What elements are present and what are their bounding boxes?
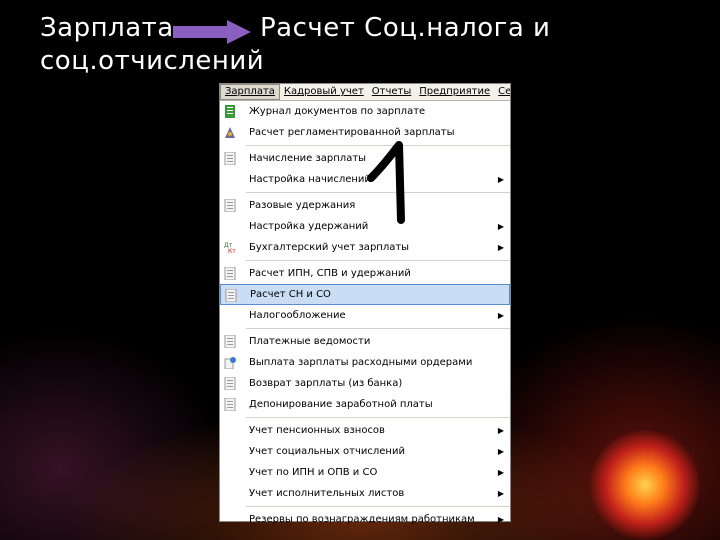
menu-item-cash-payout[interactable]: Выплата зарплаты расходными ордерами xyxy=(220,352,510,373)
menu-separator xyxy=(246,260,510,261)
menu-item-label: Журнал документов по зарплате xyxy=(249,106,426,117)
menubar-item-enterprise[interactable]: Предприятие xyxy=(415,84,494,100)
title-left: Зарплата xyxy=(40,13,174,43)
menu-item-pension-contributions[interactable]: Учет пенсионных взносов ▶ xyxy=(220,420,510,441)
menu-item-label: Бухгалтерский учет зарплаты xyxy=(249,242,410,253)
menu-item-label: Учет исполнительных листов xyxy=(249,488,405,499)
document-icon xyxy=(224,152,236,165)
menu-separator xyxy=(246,328,510,329)
dt-kt-icon: ДтКт xyxy=(224,242,236,254)
menu-item-label: Расчет СН и СО xyxy=(250,289,331,300)
menu-item-label: Настройка удержаний xyxy=(249,221,369,232)
calculation-icon xyxy=(225,127,235,138)
menu-item-label: Расчет регламентированной зарплаты xyxy=(249,127,455,138)
menu-separator xyxy=(246,506,510,507)
menu-item-salary-deposit[interactable]: Депонирование заработной платы xyxy=(220,394,510,415)
menu-item-label: Учет социальных отчислений xyxy=(249,446,405,457)
menu-item-ipn-calculation[interactable]: Расчет ИПН, СПВ и удержаний xyxy=(220,263,510,284)
menu-item-sn-so-calculation[interactable]: Расчет СН и СО xyxy=(220,284,510,305)
decorative-burst xyxy=(590,430,700,540)
menu-item-label: Начисление зарплаты xyxy=(249,153,367,164)
submenu-arrow-icon: ▶ xyxy=(497,447,504,456)
menu-item-label: Резервы по вознаграждениям работникам xyxy=(249,514,475,525)
menu-item-label: Платежные ведомости xyxy=(249,336,371,347)
document-icon xyxy=(224,335,236,348)
menu-item-payroll-statements[interactable]: Платежные ведомости xyxy=(220,331,510,352)
menu-item-label: Учет по ИПН и ОПВ и СО xyxy=(249,467,378,478)
menu-item-salary-accounting[interactable]: Дт Кт Бухгалтерский учет зарплаты ▶ xyxy=(220,237,510,258)
arrow-right-icon xyxy=(173,20,251,44)
menubar-item-reports[interactable]: Отчеты xyxy=(368,84,415,100)
submenu-arrow-icon: ▶ xyxy=(497,468,504,477)
menu-item-writs-of-execution[interactable]: Учет исполнительных листов ▶ xyxy=(220,483,510,504)
menu-item-social-contributions[interactable]: Учет социальных отчислений ▶ xyxy=(220,441,510,462)
menu-item-label: Учет пенсионных взносов xyxy=(249,425,385,436)
menu-item-label: Налогообложение xyxy=(249,310,346,321)
title-line2: соц.отчислений xyxy=(40,46,265,76)
submenu-arrow-icon: ▶ xyxy=(497,222,504,231)
menu-bar: Зарплата Кадровый учет Отчеты Предприяти… xyxy=(220,84,510,101)
submenu-arrow-icon: ▶ xyxy=(497,243,504,252)
menu-item-label: Разовые удержания xyxy=(249,200,356,211)
slide-title: Зарплата Расчет Соц.налога и соц.отчисле… xyxy=(40,12,700,78)
payout-icon xyxy=(224,357,236,369)
menu-item-label: Расчет ИПН, СПВ и удержаний xyxy=(249,268,411,279)
journal-icon xyxy=(225,105,235,118)
submenu-arrow-icon: ▶ xyxy=(497,515,504,524)
title-right: Расчет Соц.налога и xyxy=(260,13,551,43)
menubar-item-service[interactable]: Сервис xyxy=(494,84,510,100)
menubar-item-hr[interactable]: Кадровый учет xyxy=(280,84,368,100)
menu-item-ipn-opv-so[interactable]: Учет по ИПН и ОПВ и СО ▶ xyxy=(220,462,510,483)
document-icon xyxy=(225,289,237,302)
menu-item-taxation[interactable]: Налогообложение ▶ xyxy=(220,305,510,326)
menu-item-label: Возврат зарплаты (из банка) xyxy=(249,378,403,389)
submenu-arrow-icon: ▶ xyxy=(497,426,504,435)
document-icon xyxy=(224,377,236,390)
menu-separator xyxy=(246,417,510,418)
menu-item-label: Выплата зарплаты расходными ордерами xyxy=(249,357,473,368)
document-icon xyxy=(224,267,236,280)
handwritten-annotation xyxy=(367,141,405,224)
menu-item-salary-journal[interactable]: Журнал документов по зарплате xyxy=(220,101,510,122)
document-icon xyxy=(224,398,236,411)
menu-item-label: Депонирование заработной платы xyxy=(249,399,433,410)
submenu-arrow-icon: ▶ xyxy=(497,489,504,498)
menu-item-salary-return[interactable]: Возврат зарплаты (из банка) xyxy=(220,373,510,394)
menu-item-employee-reserves[interactable]: Резервы по вознаграждениям работникам ▶ xyxy=(220,509,510,530)
document-icon xyxy=(224,199,236,212)
submenu-arrow-icon: ▶ xyxy=(497,175,504,184)
svg-text:Кт: Кт xyxy=(228,248,236,254)
submenu-arrow-icon: ▶ xyxy=(497,311,504,320)
menubar-item-salary[interactable]: Зарплата xyxy=(220,84,280,100)
menu-item-label: Настройка начислений xyxy=(249,174,371,185)
